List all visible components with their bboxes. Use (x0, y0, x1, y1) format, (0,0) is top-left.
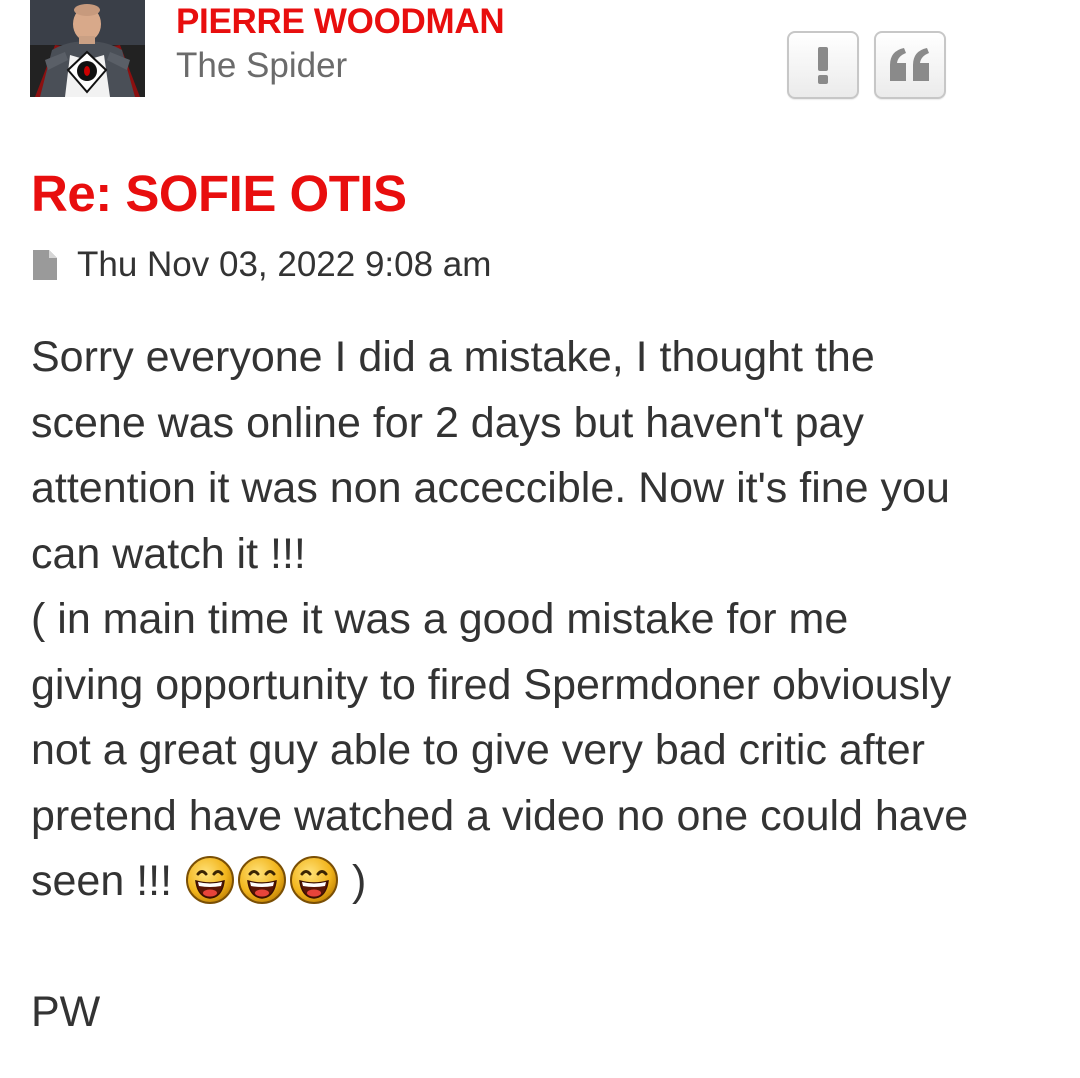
post-content: Sorry everyone I did a mistake, I though… (31, 325, 1061, 915)
content-line: scene was online for 2 days but haven't … (31, 398, 864, 447)
post-signature: PW (31, 988, 101, 1036)
laughing-smiley-icon (237, 856, 286, 904)
quote-icon (890, 48, 929, 81)
author-name[interactable]: PIERRE WOODMAN (176, 2, 505, 42)
content-line: ( in main time it was a good mistake for… (31, 595, 849, 643)
exclamation-icon (818, 47, 828, 84)
post-date: Thu Nov 03, 2022 9:08 am (77, 245, 492, 284)
author-avatar[interactable] (30, 0, 145, 97)
content-line-last-suffix: ) (351, 857, 367, 905)
spider-superhero-avatar-icon (30, 0, 145, 97)
quote-button[interactable] (874, 31, 946, 99)
content-line: giving opportunity to fired Spermdoner o… (31, 660, 952, 709)
content-line: pretend have watched a video no one coul… (31, 791, 969, 840)
report-button[interactable] (787, 31, 859, 99)
content-line: Sorry everyone I did a mistake, I though… (31, 333, 875, 381)
author-rank: The Spider (176, 46, 348, 85)
content-line: attention it was non acceccible. Now it'… (31, 464, 950, 512)
content-line-last-prefix: seen !!! (31, 857, 173, 905)
content-line: can watch it !!! (31, 529, 306, 578)
laughing-smiley-icon (289, 856, 338, 904)
content-line: not a great guy able to give very bad cr… (31, 726, 925, 774)
content-line-last: seen !!!) (31, 849, 1061, 915)
laughing-smiley-icon (185, 856, 234, 904)
document-icon[interactable] (31, 248, 59, 282)
post-title[interactable]: Re: SOFIE OTIS (31, 164, 407, 223)
post-meta: Thu Nov 03, 2022 9:08 am (31, 243, 491, 287)
